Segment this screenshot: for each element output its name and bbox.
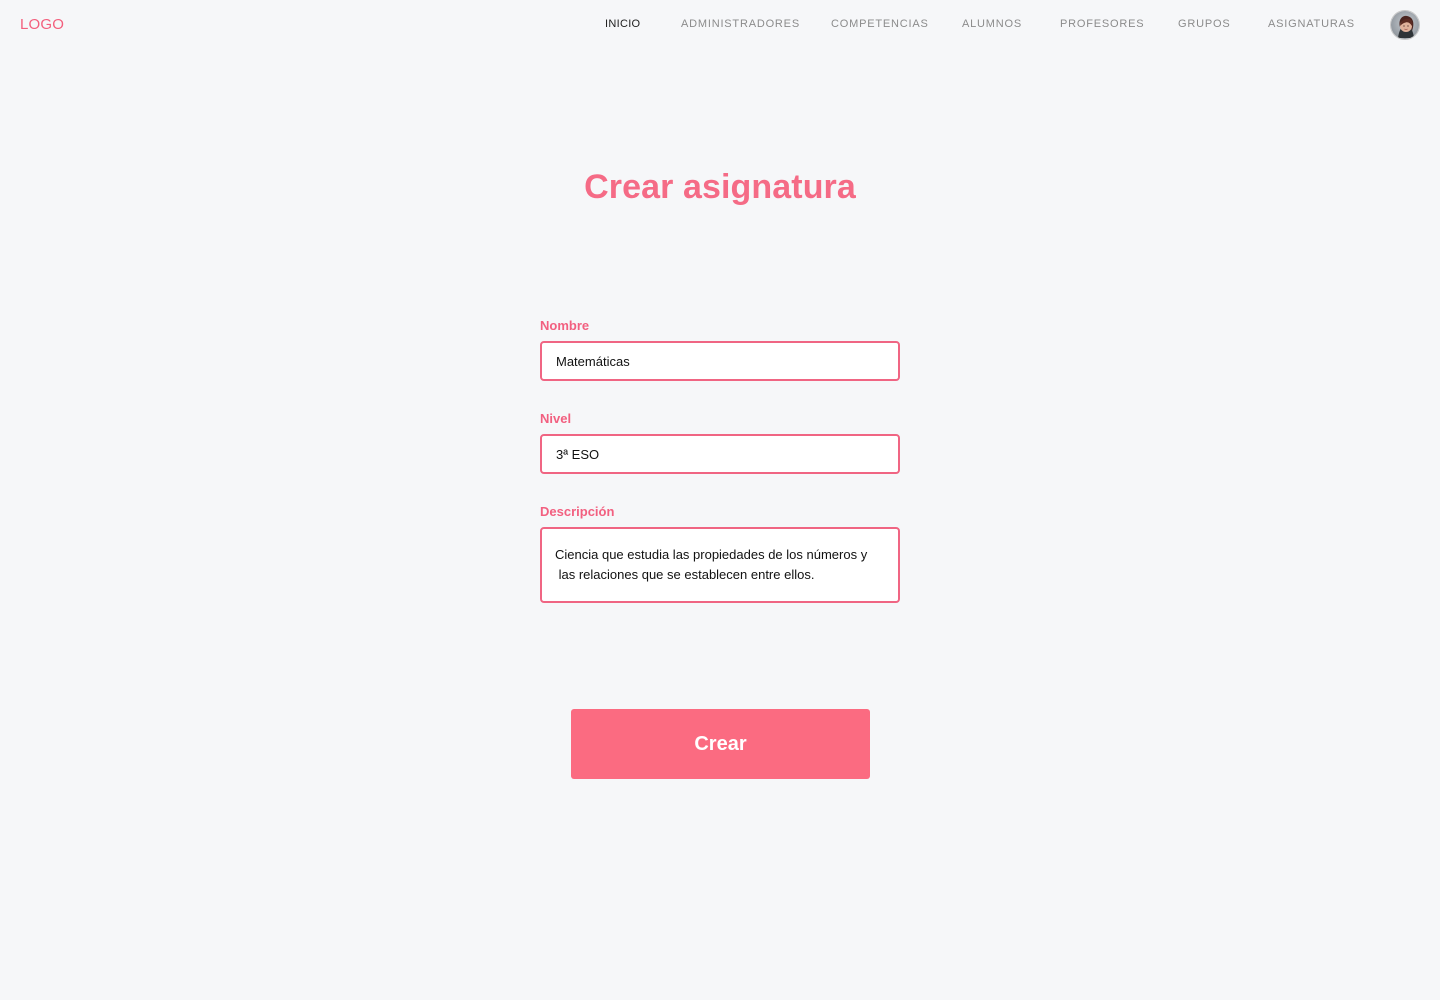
create-subject-page: LOGO INICIO ADMINISTRADORES COMPETENCIAS… bbox=[0, 0, 1440, 1000]
level-label: Nivel bbox=[540, 411, 572, 426]
user-avatar-icon bbox=[1391, 11, 1419, 39]
nav-link-grupos[interactable]: GRUPOS bbox=[1178, 17, 1230, 33]
nav-link-asignaturas[interactable]: ASIGNATURAS bbox=[1268, 17, 1355, 33]
name-label: Nombre bbox=[540, 318, 590, 333]
nav-link-alumnos[interactable]: ALUMNOS bbox=[962, 17, 1022, 33]
description-textarea[interactable]: Ciencia que estudia las propiedades de l… bbox=[540, 527, 900, 603]
nav-link-profesores[interactable]: PROFESORES bbox=[1060, 17, 1144, 33]
nav-link-administradores[interactable]: ADMINISTRADORES bbox=[681, 17, 800, 33]
level-input[interactable] bbox=[540, 434, 900, 474]
user-avatar-button[interactable] bbox=[1390, 10, 1420, 40]
logo-link[interactable]: LOGO bbox=[20, 16, 64, 34]
nav-link-competencias[interactable]: COMPETENCIAS bbox=[831, 17, 929, 33]
name-input[interactable] bbox=[540, 341, 900, 381]
nav-link-inicio[interactable]: INICIO bbox=[605, 17, 640, 33]
description-label: Descripción bbox=[540, 504, 615, 519]
top-header: LOGO INICIO ADMINISTRADORES COMPETENCIAS… bbox=[0, 0, 1440, 50]
create-button[interactable]: Crear bbox=[571, 709, 870, 779]
page-title: Crear asignatura bbox=[584, 168, 856, 206]
